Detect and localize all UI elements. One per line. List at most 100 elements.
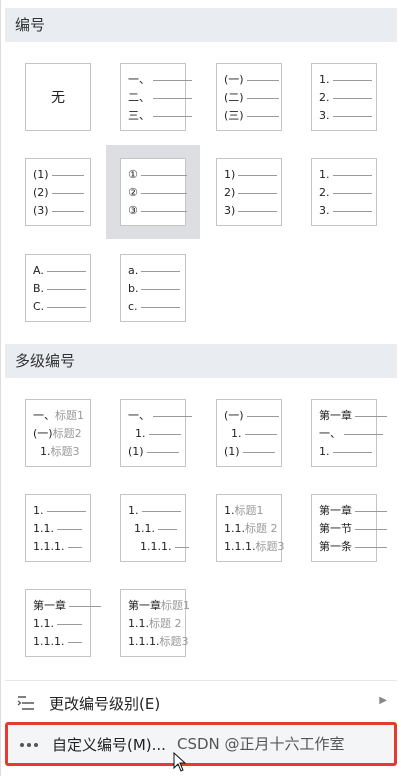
thumb-marker: 3) bbox=[224, 204, 236, 217]
thumb-marker: 二、 bbox=[128, 91, 150, 104]
thumb-marker: 一、 bbox=[33, 409, 55, 422]
numbering-thumb[interactable]: 一、 二、 三、 bbox=[120, 63, 192, 131]
thumb-line: 1.1.1.标题3 bbox=[128, 633, 189, 651]
multilevel-thumb[interactable]: 一、标题1 (一)标题2 1.标题3 bbox=[25, 399, 91, 467]
thumb-line: (1) bbox=[224, 443, 275, 461]
thumb-marker: 1. bbox=[33, 504, 44, 517]
thumb-marker: 第一章 bbox=[33, 599, 66, 612]
thumb-rule bbox=[332, 451, 372, 453]
multilevel-thumb[interactable]: 1. 1.1. 1.1.1. bbox=[120, 494, 189, 562]
thumb-marker: (1) bbox=[224, 445, 240, 458]
thumb-line: 第一章标题1 bbox=[128, 597, 190, 615]
thumb-rule bbox=[332, 115, 372, 117]
thumb-rule bbox=[46, 270, 86, 272]
thumb-marker: 1.1.1. bbox=[128, 635, 160, 648]
thumb-line: c. bbox=[128, 298, 180, 316]
multilevel-section-title: 多级编号 bbox=[15, 352, 76, 370]
numbering-section-header: 编号 bbox=[5, 8, 397, 42]
numbering-thumb[interactable]: (1) (2) (3) bbox=[25, 158, 91, 226]
thumb-marker: 1.1. bbox=[33, 522, 54, 535]
thumb-rule bbox=[140, 192, 187, 194]
thumb-marker: (2) bbox=[33, 186, 49, 199]
thumb-line: (1) bbox=[33, 166, 84, 184]
thumb-line: 1.1. bbox=[33, 520, 82, 538]
change-numbering-level-label: 更改编号级别(E) bbox=[49, 695, 161, 713]
multilevel-thumb[interactable]: 第一章 第一节 第一条 bbox=[311, 494, 387, 562]
thumb-marker: 三、 bbox=[128, 109, 150, 122]
thumb-marker: (一) bbox=[224, 73, 244, 86]
thumb-line: C. bbox=[33, 298, 87, 316]
thumb-marker: (1) bbox=[128, 445, 144, 458]
mouse-pointer-icon bbox=[173, 752, 187, 772]
numbering-thumb[interactable]: 1. 2. 3. bbox=[311, 63, 377, 131]
numbering-thumb[interactable]: 1) 2) 3) bbox=[216, 158, 282, 226]
numbering-thumb[interactable]: (一) (二) (三) bbox=[216, 63, 282, 131]
thumb-marker: 1.1.1. bbox=[140, 540, 172, 553]
thumb-line: 1.1.1. bbox=[33, 538, 82, 556]
thumb-line: 一、 bbox=[128, 71, 192, 89]
thumb-marker: 第一章 bbox=[319, 504, 352, 517]
thumb-marker: 1.1.1. bbox=[33, 635, 65, 648]
thumb-rule bbox=[67, 546, 82, 548]
thumb-marker: 一、 bbox=[319, 427, 341, 440]
thumb-line: 3) bbox=[224, 202, 278, 220]
thumb-marker: 3. bbox=[319, 109, 330, 122]
thumb-line: 1. bbox=[319, 71, 372, 89]
thumb-rule bbox=[140, 174, 187, 176]
thumb-line: (一) bbox=[224, 71, 279, 89]
multilevel-thumb[interactable]: (一) 1. (1) bbox=[216, 399, 282, 467]
thumb-marker: 1. bbox=[135, 427, 146, 440]
indent-level-icon bbox=[17, 696, 34, 710]
thumb-line: 1.1. bbox=[33, 615, 82, 633]
thumb-marker: 1) bbox=[224, 168, 236, 181]
thumb-marker: 1. bbox=[319, 73, 330, 86]
multilevel-thumb[interactable]: 一、 1. (1) bbox=[120, 399, 192, 467]
numbering-thumb[interactable]: A. B. C. bbox=[25, 254, 91, 322]
custom-numbering-label: 自定义编号(M)... bbox=[52, 736, 166, 754]
thumb-marker: 2) bbox=[224, 186, 236, 199]
thumb-marker: 第一节 bbox=[319, 522, 352, 535]
thumb-line: (二) bbox=[224, 89, 279, 107]
thumb-heading-text: 标题3 bbox=[255, 540, 285, 553]
thumb-heading-text: 标题1 bbox=[55, 409, 84, 422]
thumb-rule bbox=[238, 174, 278, 176]
thumb-marker: ① bbox=[128, 168, 138, 181]
thumb-line: (三) bbox=[224, 107, 279, 125]
thumb-marker: (3) bbox=[33, 204, 49, 217]
thumb-rule bbox=[158, 528, 177, 530]
thumb-rule bbox=[242, 451, 275, 453]
multilevel-thumb[interactable]: 1. 1.1. 1.1.1. bbox=[25, 494, 91, 562]
thumb-marker: C. bbox=[33, 300, 45, 313]
thumb-line: 1. bbox=[319, 166, 372, 184]
thumb-rule bbox=[153, 97, 192, 99]
thumb-rule bbox=[51, 192, 84, 194]
thumb-line: B. bbox=[33, 280, 87, 298]
thumb-line: (一)标题2 bbox=[33, 425, 82, 443]
thumb-line: 1.标题3 bbox=[40, 443, 80, 461]
thumb-heading-text: 标题1 bbox=[161, 599, 190, 612]
multilevel-thumb[interactable]: 1.标题1 1.1.标题 2 1.1.1.标题3 bbox=[216, 494, 285, 562]
thumb-line: (1) bbox=[128, 443, 179, 461]
change-numbering-level-menu-item[interactable]: 更改编号级别(E) ▶ bbox=[5, 688, 397, 718]
thumb-marker: A. bbox=[33, 264, 44, 277]
numbering-thumb[interactable]: a. b. c. bbox=[120, 254, 186, 322]
thumb-marker: (一) bbox=[224, 409, 244, 422]
thumb-rule bbox=[355, 510, 387, 512]
thumb-rule bbox=[332, 79, 372, 81]
thumb-line: (2) bbox=[33, 184, 84, 202]
multilevel-thumb[interactable]: 第一章 1.1. 1.1.1. bbox=[25, 589, 101, 657]
thumb-rule bbox=[67, 641, 82, 643]
thumb-marker: 1. bbox=[231, 427, 242, 440]
multilevel-thumb[interactable]: 第一章标题1 1.1.标题 2 1.1.1.标题3 bbox=[120, 589, 190, 657]
thumb-rule bbox=[332, 97, 372, 99]
multilevel-thumb[interactable]: 第一章 一、 1. bbox=[311, 399, 387, 467]
thumb-marker: 1.1. bbox=[224, 522, 245, 535]
thumb-line: 1.1.标题 2 bbox=[128, 615, 182, 633]
thumb-line: 第一章 bbox=[33, 597, 101, 615]
numbering-thumb[interactable]: 1. 2. 3. bbox=[311, 158, 377, 226]
numbering-thumb[interactable]: 无 bbox=[25, 63, 91, 131]
thumb-line: 第一节 bbox=[319, 520, 387, 538]
thumb-line: 1.1.标题 2 bbox=[224, 520, 278, 538]
numbering-thumb[interactable]: ① ② ③ bbox=[120, 158, 187, 226]
watermark: CSDN @正月十六工作室 bbox=[177, 735, 345, 753]
